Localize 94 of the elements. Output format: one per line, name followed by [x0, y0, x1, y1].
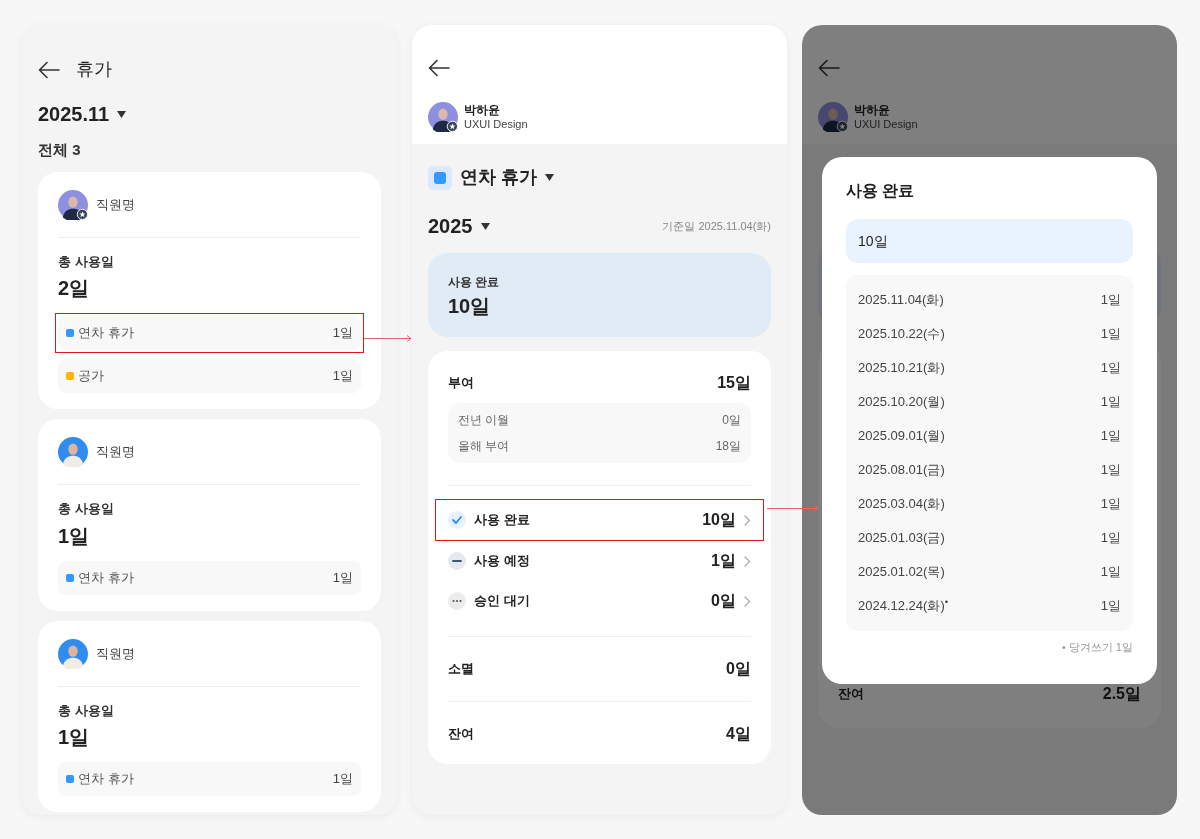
leave-type-label: 연차 휴가: [78, 568, 134, 587]
total-label: 총 사용일: [58, 500, 115, 518]
entry-days: 1일: [1100, 596, 1121, 616]
status-label: 승인 대기: [474, 592, 530, 611]
employee-name: 직원명: [96, 644, 135, 663]
remaining-days: 4일: [726, 722, 751, 746]
leave-type-label: 연차 휴가: [78, 770, 134, 789]
profile-name: 박하윤: [854, 102, 891, 118]
total-value: 1일: [58, 523, 91, 549]
status-row[interactable]: 사용 예정 1일: [448, 541, 751, 581]
minus-icon: [448, 552, 466, 570]
breakdown-days: 0일: [722, 411, 741, 429]
total-value: 1일: [58, 725, 91, 750]
remaining-label: 잔여: [838, 685, 864, 704]
entry-date: 2025.01.02(목): [858, 563, 945, 582]
entry-days: 1일: [1100, 460, 1121, 480]
summary-label: 사용 완료: [448, 274, 501, 291]
entry-date: 2025.03.04(화): [858, 495, 945, 514]
entry-days: 1일: [1100, 290, 1121, 310]
leave-type-selector[interactable]: 연차 휴가: [460, 164, 537, 191]
chevron-right-icon: [744, 514, 751, 526]
summary-value: 10일: [448, 294, 492, 319]
expired-days: 0일: [726, 657, 751, 681]
profile-team: UXUI Design: [464, 117, 528, 132]
entry-days: 1일: [1100, 358, 1121, 378]
entry-days: 1일: [1100, 324, 1121, 344]
remaining-label: 잔여: [448, 725, 474, 744]
chevron-right-icon: [744, 555, 751, 567]
entry-date: 2024.12.24(화)$^{•}$: [858, 596, 949, 616]
leave-type-label: 공가: [78, 367, 104, 386]
leave-type-row[interactable]: 연차 휴가 1일: [58, 316, 361, 350]
employee-name: 직원명: [96, 443, 135, 462]
status-days: 0일: [711, 589, 736, 613]
leave-type-row[interactable]: 연차 휴가 1일: [58, 560, 361, 595]
annotation-arrow: [767, 505, 819, 512]
breakdown-label: 올해 부여: [458, 438, 510, 455]
profile-name: 박하윤: [464, 102, 501, 118]
breakdown-label: 전년 이월: [458, 412, 510, 429]
caret-icon[interactable]: [545, 174, 554, 181]
entry-days: 1일: [1100, 426, 1121, 446]
footnote: • 당겨쓰기 1일: [1061, 640, 1133, 655]
dialog-title: 사용 완료: [846, 181, 916, 201]
back-arrow-icon[interactable]: [818, 59, 840, 77]
total-label: 총 사용일: [58, 701, 115, 720]
dialog-total: 10일: [846, 219, 1133, 263]
entry-date: 2025.10.20(월): [858, 393, 945, 412]
profile-team: UXUI Design: [854, 117, 918, 132]
chevron-right-icon: [744, 595, 751, 607]
entry-date: 2025.10.21(화): [858, 359, 945, 378]
total-label: 총 사용일: [58, 252, 115, 271]
expired-label: 소멸: [448, 660, 474, 679]
granted-label: 부여: [448, 374, 474, 393]
caret-icon[interactable]: [480, 222, 490, 230]
entry-date: 2025.11.04(화): [858, 291, 944, 310]
month-selector[interactable]: 2025.11: [38, 99, 110, 129]
check-icon: [448, 511, 466, 529]
annotation-arrow: [364, 335, 412, 342]
breakdown-days: 18일: [715, 437, 741, 455]
back-arrow-icon[interactable]: [428, 59, 450, 77]
year-selector[interactable]: 2025: [428, 211, 473, 241]
entry-days: 1일: [1100, 392, 1121, 412]
dots-icon: [448, 592, 466, 610]
granted-days: 15일: [717, 371, 751, 395]
leave-type-days: 1일: [332, 366, 353, 386]
entry-days: 1일: [1100, 494, 1121, 514]
as-of-date: 기준일 2025.11.04(화): [662, 218, 771, 234]
total-count: 전체 3: [38, 140, 82, 160]
total-value: 2일: [58, 276, 91, 301]
status-days: 1일: [711, 549, 736, 573]
status-row[interactable]: 승인 대기 0일: [448, 581, 751, 621]
entry-date: 2025.09.01(월): [858, 427, 945, 446]
caret-icon[interactable]: [117, 110, 127, 118]
leave-type-days: 1일: [332, 769, 353, 789]
back-arrow-icon[interactable]: [38, 60, 60, 79]
entry-date: 2025.08.01(금): [858, 461, 945, 480]
status-days: 10일: [702, 508, 736, 532]
entry-date: 2025.01.03(금): [858, 529, 945, 548]
entry-days: 1일: [1100, 528, 1121, 548]
employee-name: 직원명: [96, 195, 135, 214]
leave-type-days: 1일: [332, 323, 353, 343]
leave-type-row[interactable]: 연차 휴가 1일: [58, 762, 361, 796]
employee-card[interactable]: 직원명 총 사용일 2일 연차 휴가 1일 공가 1일: [38, 171, 381, 409]
entry-date: 2025.10.22(수): [858, 325, 945, 344]
remaining-days: 2.5일: [1102, 682, 1141, 706]
leave-type-label: 연차 휴가: [78, 324, 134, 343]
entry-days: 1일: [1100, 562, 1121, 582]
status-label: 사용 예정: [474, 552, 530, 571]
status-label: 사용 완료: [474, 511, 530, 530]
leave-type-row[interactable]: 공가 1일: [58, 359, 361, 393]
screen-title: 휴가: [76, 58, 112, 81]
employee-card[interactable]: 직원명 총 사용일 1일 연차 휴가 1일: [38, 419, 381, 611]
leave-type-days: 1일: [332, 567, 353, 588]
employee-card[interactable]: 직원명 총 사용일 1일 연차 휴가 1일: [38, 620, 381, 812]
status-row[interactable]: 사용 완료 10일: [448, 500, 751, 540]
